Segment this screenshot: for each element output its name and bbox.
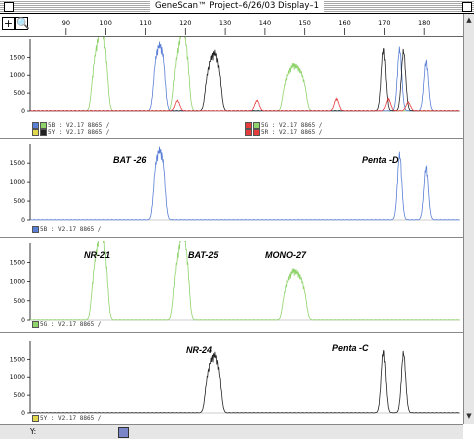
peak-annotation: NR-21 xyxy=(84,250,111,260)
x-tick-label: 150 xyxy=(299,19,311,27)
y-tick-label: 1000 xyxy=(10,179,25,186)
window-title: GeneScan™ Project–6/26/03 Display–1 xyxy=(149,0,325,13)
legend-item[interactable]: 5B : V2.17 8865 / xyxy=(32,122,109,129)
vertical-scrollbar[interactable]: ▲ ▼ xyxy=(463,14,474,424)
x-axis-ruler: 90 100 110 120 130 140 150 160 170 180 xyxy=(62,19,430,35)
legend-swatch xyxy=(245,129,252,136)
scroll-up-icon[interactable]: ▲ xyxy=(465,16,473,24)
legend-label: 5B : V2.17 8865 / xyxy=(48,122,110,129)
y-tick-label: 1000 xyxy=(10,374,25,381)
y-tick-label: 500 xyxy=(14,90,26,97)
y-tick-label: 1000 xyxy=(10,72,25,79)
peak-annotation: MONO-27 xyxy=(265,250,307,260)
y-tick-label: 0 xyxy=(21,108,25,115)
y-tick-label: 1500 xyxy=(10,160,25,167)
scroll-down-icon[interactable]: ▼ xyxy=(465,412,473,420)
legend-label: 5G : V2.17 8865 / xyxy=(40,321,102,328)
legend-swatch xyxy=(253,122,260,129)
legend-item[interactable]: 5R : V2.17 8865 / xyxy=(245,129,322,136)
y-tick-label: 0 xyxy=(21,410,25,417)
y-tick-label: 1000 xyxy=(10,279,25,286)
y-tick-label: 0 xyxy=(21,217,25,224)
legend-item[interactable]: 5G : V2.17 8865 / xyxy=(245,122,322,129)
legend-item[interactable]: 5Y : V2.17 8865 / xyxy=(32,415,101,422)
legend-swatch xyxy=(32,129,39,136)
plus-icon[interactable]: + xyxy=(2,17,15,30)
legend-item[interactable]: 5B : V2.17 8865 / xyxy=(32,226,101,233)
legend-swatch xyxy=(245,122,252,129)
legend-swatch xyxy=(40,122,47,129)
close-box[interactable] xyxy=(4,2,14,12)
x-tick-label: 130 xyxy=(219,19,231,27)
title-bar[interactable]: GeneScan™ Project–6/26/03 Display–1 xyxy=(0,0,474,14)
peak-annotation: BAT -26 xyxy=(113,155,147,165)
panel-separator xyxy=(0,332,463,333)
x-tick-label: 120 xyxy=(179,19,191,27)
scroll-thumb[interactable] xyxy=(118,427,129,438)
legend-label: 5B : V2.17 8865 / xyxy=(40,226,102,233)
x-tick-label: 180 xyxy=(418,19,430,27)
legend-label: 5G : V2.17 8865 / xyxy=(261,122,323,129)
x-tick-label: 90 xyxy=(62,19,70,27)
y-tick-label: 500 xyxy=(14,392,26,399)
panel-separator xyxy=(0,138,463,139)
legend-item[interactable]: 5Y : V2.17 8865 / xyxy=(32,129,109,136)
peak-annotation: Penta -D xyxy=(362,155,399,165)
panel-green-plot: 150010005000 xyxy=(10,241,460,324)
x-tick-label: 110 xyxy=(139,19,151,27)
x-tick-label: 170 xyxy=(378,19,390,27)
legend-swatch xyxy=(32,226,39,233)
legend-item[interactable]: 5G : V2.17 8865 / xyxy=(32,321,101,328)
legend-label: 5Y : V2.17 8865 / xyxy=(40,415,102,422)
x-tick-label: 140 xyxy=(259,19,271,27)
scroll-label: Y: xyxy=(30,427,37,436)
toolbar: + 🔍 90 100 110 120 130 140 150 160 170 180 xyxy=(0,14,463,37)
legend-swatch xyxy=(32,415,39,422)
legend-swatch xyxy=(40,129,47,136)
legend-label: 5Y : V2.17 8865 / xyxy=(48,129,110,136)
legend-label: 5R : V2.17 8865 / xyxy=(261,129,323,136)
panel-combined-legend: 5B : V2.17 8865 /5Y : V2.17 8865 / 5G : V… xyxy=(0,122,463,136)
y-tick-label: 1500 xyxy=(10,259,25,266)
legend-swatch xyxy=(32,321,39,328)
y-tick-label: 1500 xyxy=(10,54,25,61)
legend-swatch xyxy=(253,129,260,136)
y-tick-label: 500 xyxy=(14,198,26,205)
trace-blue xyxy=(30,41,460,112)
zoom-in-icon[interactable]: 🔍 xyxy=(15,17,30,30)
legend-swatch xyxy=(32,122,39,129)
x-tick-label: 100 xyxy=(99,19,111,27)
panel-combined-plot: 1500 1000 500 0 xyxy=(10,37,460,115)
y-tick-label: 1500 xyxy=(10,356,25,363)
peak-annotation: NR-24 xyxy=(186,345,213,355)
peak-annotation: Penta -C xyxy=(332,343,369,353)
zoom-box[interactable] xyxy=(462,2,472,12)
panel-separator xyxy=(0,237,463,238)
genescan-window: GeneScan™ Project–6/26/03 Display–1 + 🔍 … xyxy=(0,0,474,439)
y-tick-label: 500 xyxy=(14,298,26,305)
trace-yellow xyxy=(30,349,460,414)
peak-annotation: BAT-25 xyxy=(188,250,219,260)
panel-yellow-plot: 1500 1000 500 0 xyxy=(10,341,460,417)
horizontal-scrollbar[interactable]: Y: xyxy=(0,424,463,439)
x-tick-label: 160 xyxy=(338,19,350,27)
